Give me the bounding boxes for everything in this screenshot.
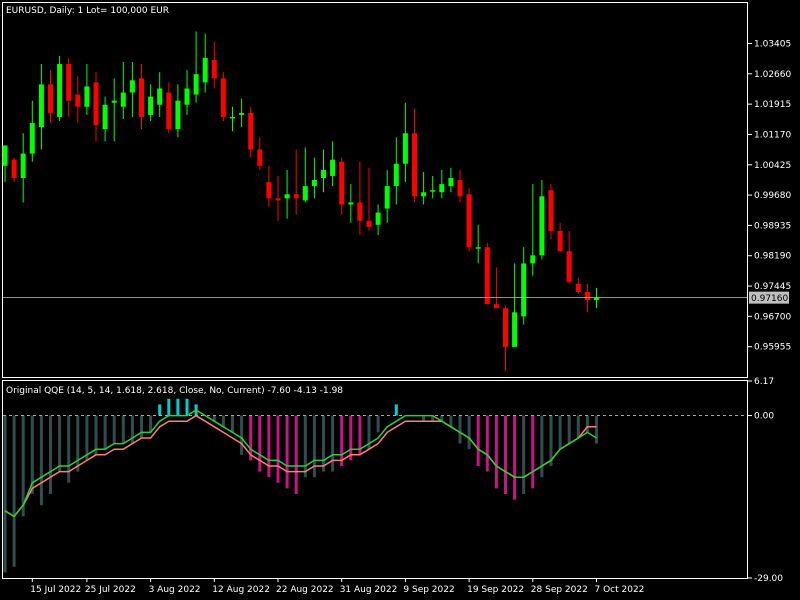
candle-body: [503, 308, 508, 347]
time-tick-label: 31 Aug 2022: [340, 585, 398, 595]
time-tick-label: 19 Sep 2022: [467, 585, 524, 595]
candle-body: [66, 64, 72, 101]
candle-body: [339, 161, 345, 205]
time-tick-label: 7 Oct 2022: [595, 585, 645, 595]
candle-body: [202, 57, 208, 83]
time-tick-label: 3 Aug 2022: [149, 585, 201, 595]
time-tick-label: 22 Aug 2022: [276, 585, 334, 595]
candle-body: [448, 177, 454, 187]
candle-body: [166, 92, 172, 130]
candle-body: [457, 180, 463, 197]
candle-body: [175, 100, 181, 130]
candle-body: [584, 291, 590, 301]
candle-body: [430, 190, 436, 192]
background: [0, 0, 800, 600]
candle-body: [521, 263, 527, 317]
price-tick-label: 1.00425: [754, 161, 791, 171]
candle-body: [48, 84, 53, 113]
price-tick-label: 1.02660: [754, 70, 791, 80]
candle-body: [148, 96, 154, 115]
candle-body: [375, 212, 381, 225]
candle-body: [284, 194, 290, 199]
candle-body: [421, 192, 427, 197]
candle-body: [384, 186, 390, 209]
price-tick-label: 0.98935: [754, 221, 791, 231]
time-tick-label: 15 Jul 2022: [30, 585, 81, 595]
candle-body: [393, 163, 399, 187]
candle-body: [211, 59, 217, 79]
chart-canvas[interactable]: 1.03405 1.02660 1.01915 1.01170 1.00425 0.996…: [0, 0, 800, 600]
price-tick-label: 0.97445: [754, 282, 791, 292]
candle-body: [330, 159, 336, 176]
candle-body: [484, 247, 490, 305]
candle-body: [120, 92, 126, 107]
candle-body: [311, 180, 317, 187]
candle-body: [439, 184, 445, 193]
candle-body: [230, 116, 235, 119]
candle-body: [139, 78, 144, 117]
price-tick-label: 1.03405: [754, 39, 791, 49]
candle-body: [102, 104, 108, 130]
qqe-tick-label: 6.17: [754, 377, 774, 387]
price-tick-label: 0.99680: [754, 191, 791, 201]
price-tick-label: 1.01915: [754, 100, 791, 110]
candle-body: [93, 82, 99, 126]
candle-body: [412, 133, 417, 197]
candle-body: [539, 196, 545, 256]
time-tick-label: 9 Sep 2022: [403, 585, 454, 595]
candle-body: [57, 64, 63, 117]
candle-body: [193, 74, 199, 95]
candle-body: [357, 202, 363, 221]
time-tick-label: 12 Aug 2022: [212, 585, 270, 595]
candle-body: [366, 220, 372, 227]
candle-body: [566, 251, 572, 282]
candle-body: [20, 153, 26, 178]
price-tick-label: 0.96700: [754, 312, 791, 322]
candle-body: [257, 149, 263, 166]
time-tick-label: 25 Jul 2022: [85, 585, 136, 595]
candle-body: [11, 159, 17, 178]
current-price-tag-text: 0.97160: [751, 294, 788, 304]
candle-body: [475, 247, 481, 249]
candle-body: [402, 133, 408, 164]
candle-body: [2, 145, 8, 166]
candle-body: [348, 202, 354, 205]
candle-body: [29, 123, 35, 154]
candle-body: [302, 186, 308, 201]
candle-body: [111, 100, 117, 103]
candle-body: [157, 88, 163, 105]
candle-body: [129, 80, 135, 93]
qqe-tick-label: -29.00: [754, 574, 783, 584]
candle-body: [293, 194, 299, 199]
qqe-tick-label: 0.00: [754, 412, 774, 422]
candle-body: [266, 182, 272, 199]
candle-body: [321, 169, 326, 178]
candle-body: [512, 312, 518, 347]
candle-body: [493, 304, 499, 309]
candle-body: [184, 88, 190, 105]
candle-body: [248, 112, 254, 150]
price-tick-label: 1.01170: [754, 130, 791, 140]
candle-body: [530, 255, 536, 264]
time-tick-label: 28 Sep 2022: [531, 585, 588, 595]
candle-body: [75, 94, 81, 107]
candle-body: [275, 198, 281, 201]
candle-body: [220, 78, 226, 117]
candle-body: [575, 283, 581, 292]
candle-body: [548, 190, 554, 231]
candle-body: [38, 84, 44, 128]
candle-body: [239, 112, 245, 115]
candle-body: [557, 230, 563, 252]
current-price-tag: 0.97160: [749, 291, 789, 304]
price-tick-label: 0.95955: [754, 343, 791, 353]
candle-body: [84, 86, 90, 107]
indicator-title-line: Original QQE (14, 5, 14, 1.618, 2.618, C…: [6, 386, 343, 396]
symbol-line: EURUSD, Daily: 1 Lot= 100,000 EUR: [6, 6, 169, 16]
candle-body: [466, 194, 472, 248]
price-tick-label: 0.98190: [754, 252, 791, 262]
